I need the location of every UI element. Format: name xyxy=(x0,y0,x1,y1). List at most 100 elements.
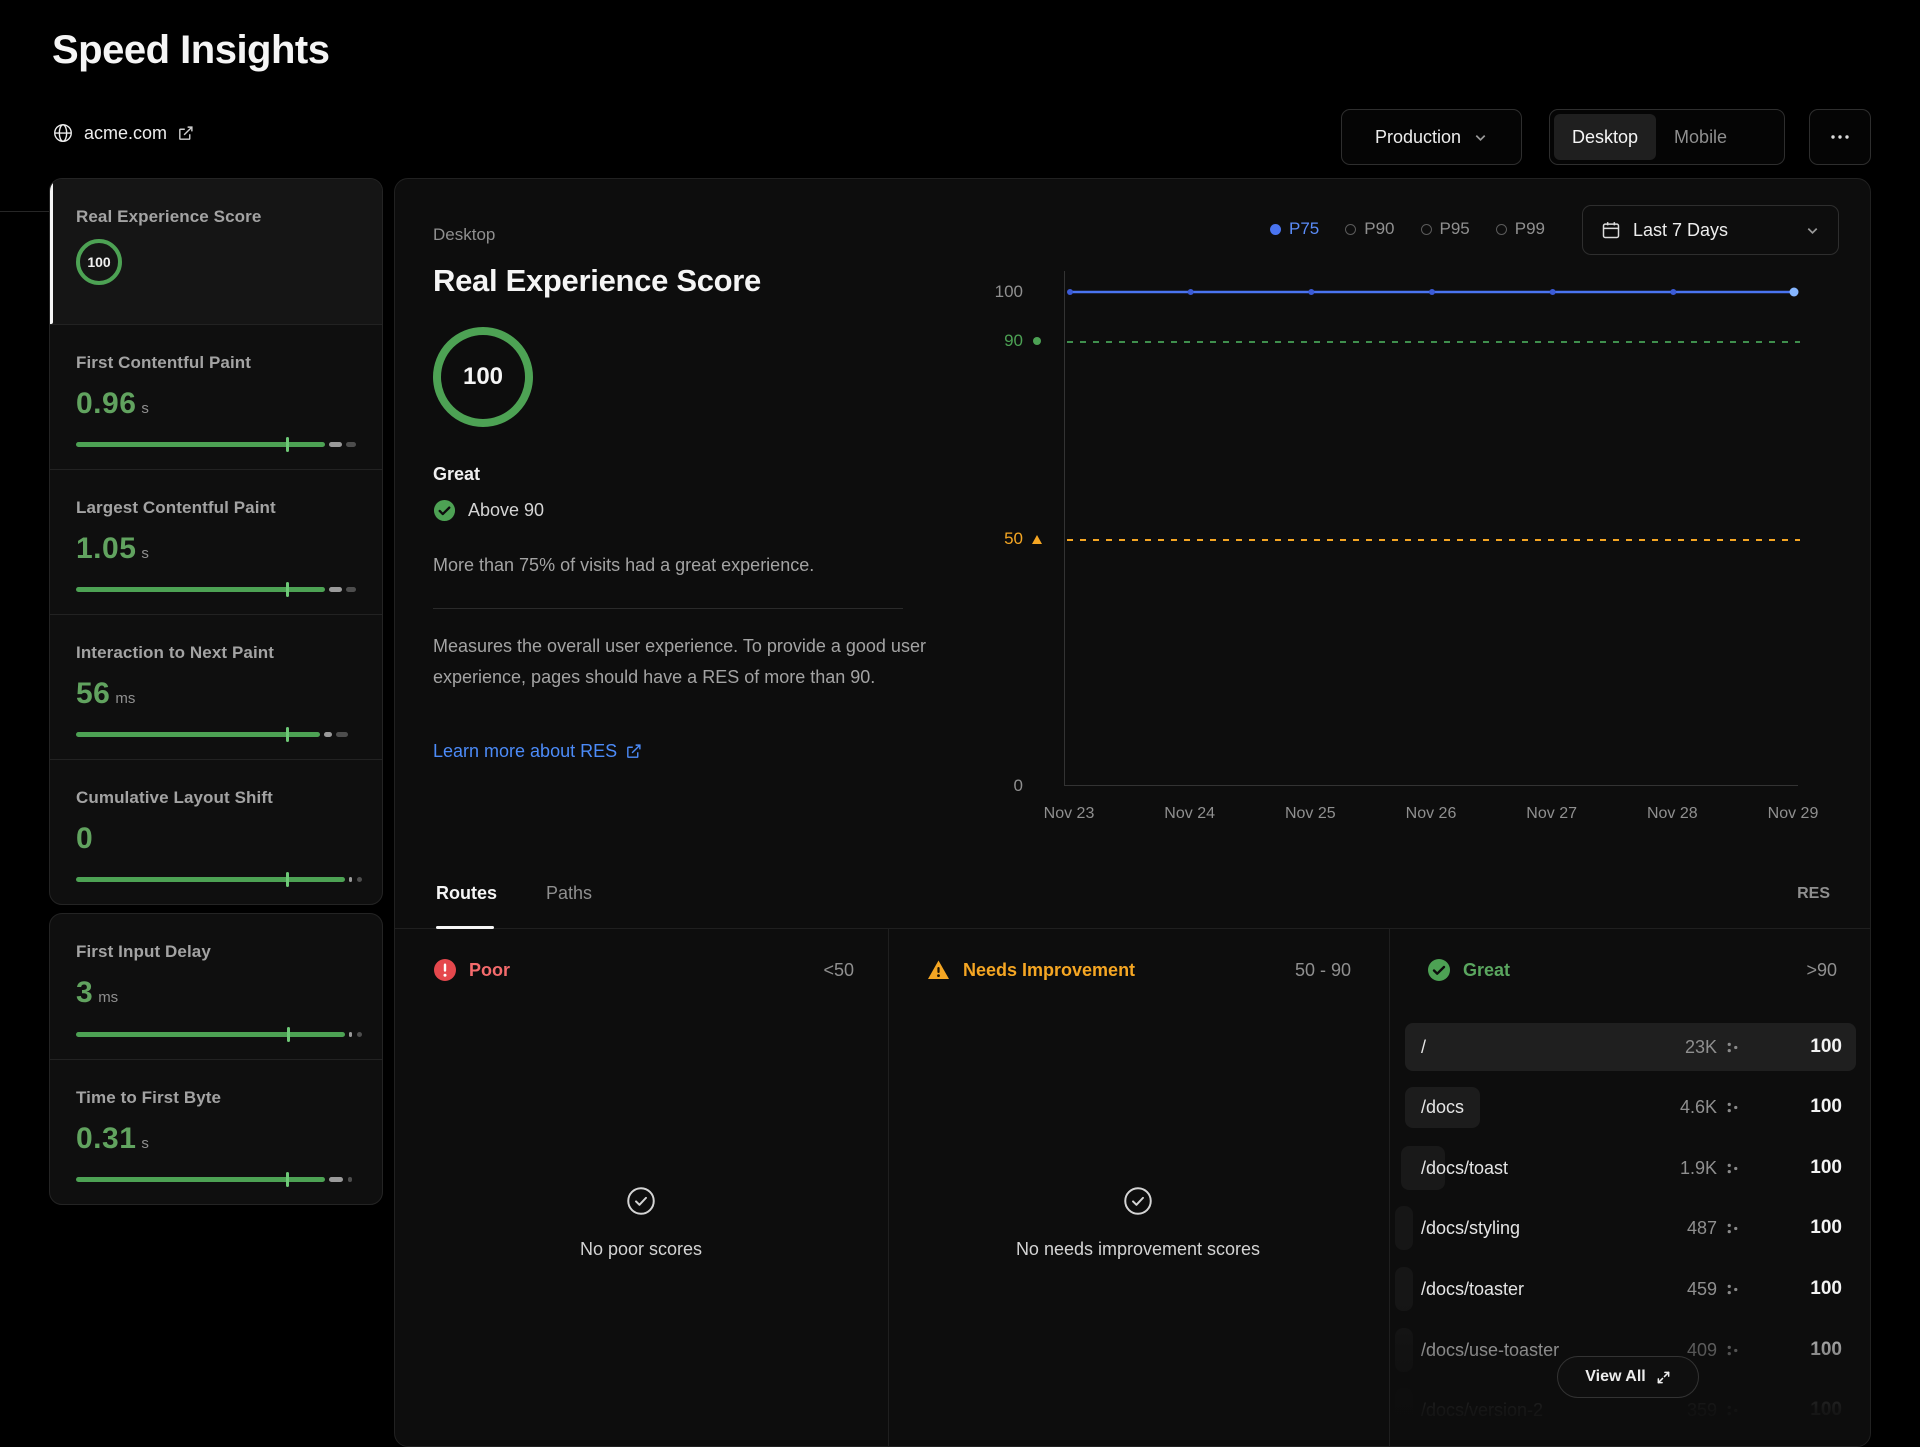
column-divider xyxy=(888,929,889,1447)
rating-threshold-row: Above 90 xyxy=(433,499,544,522)
environment-select[interactable]: Production xyxy=(1341,109,1522,165)
metric-threshold-bar xyxy=(76,732,356,737)
metric-card-ttfb[interactable]: Time to First Byte 0.31s xyxy=(50,1059,382,1204)
device-toggle-desktop[interactable]: Desktop xyxy=(1554,114,1656,160)
description-text: Measures the overall user experience. To… xyxy=(433,631,938,693)
route-count: 487 xyxy=(1687,1218,1717,1239)
page-title: Speed Insights xyxy=(52,28,330,73)
res-score-ring: 100 xyxy=(76,239,122,285)
route-count: 4.6K xyxy=(1680,1097,1717,1118)
route-path: /docs/toast xyxy=(1421,1158,1508,1179)
view-all-button[interactable]: View All xyxy=(1557,1356,1699,1398)
route-path: /docs/styling xyxy=(1421,1218,1520,1239)
rating-threshold: Above 90 xyxy=(468,500,544,521)
empty-state-text: No needs improvement scores xyxy=(988,1239,1288,1260)
metric-label: Real Experience Score xyxy=(76,207,356,227)
metric-card-fcp[interactable]: First Contentful Paint 0.96s xyxy=(50,324,382,469)
route-count: 409 xyxy=(1687,1340,1717,1361)
bucket-label: Great xyxy=(1463,960,1510,981)
res-score-ring-large: 100 xyxy=(433,327,533,427)
legend-label: P75 xyxy=(1289,219,1319,239)
route-score: 100 xyxy=(1800,1036,1842,1058)
metric-card-fid[interactable]: First Input Delay 3ms xyxy=(50,914,382,1059)
metric-card-res[interactable]: Real Experience Score 100 xyxy=(50,179,382,324)
legend-p95[interactable]: P95 xyxy=(1421,219,1470,239)
column-divider xyxy=(1389,929,1390,1447)
metric-value: 3 xyxy=(76,976,93,1010)
site-link[interactable]: acme.com xyxy=(52,122,194,144)
chevron-down-icon xyxy=(1473,130,1488,145)
globe-icon xyxy=(52,122,74,144)
tab-paths[interactable]: Paths xyxy=(546,883,592,904)
section-divider xyxy=(433,608,903,609)
metric-value: 0.96 xyxy=(76,387,136,421)
table-row[interactable]: /docs/toaster 459 100 xyxy=(1405,1265,1856,1313)
percentile-legend: P75 P90 P95 P99 xyxy=(1270,219,1545,239)
route-count: 459 xyxy=(1687,1279,1717,1300)
view-all-label: View All xyxy=(1585,1368,1645,1386)
metric-label: Largest Contentful Paint xyxy=(76,498,356,518)
route-path: /docs/version-2 xyxy=(1421,1400,1543,1421)
table-row[interactable]: /docs/styling 487100 xyxy=(1405,1204,1856,1252)
chevron-down-icon xyxy=(1805,223,1820,238)
metric-card-cls[interactable]: Cumulative Layout Shift 0 xyxy=(50,759,382,904)
legend-dot-icon xyxy=(1496,224,1507,235)
table-row[interactable]: /docs 4.6K100 xyxy=(1405,1083,1856,1131)
metric-threshold-bar xyxy=(76,1032,356,1037)
check-circle-outline-icon xyxy=(624,1184,658,1218)
active-tab-underline xyxy=(436,926,494,929)
bucket-header-great: Great >90 xyxy=(1427,958,1837,982)
route-path: /docs xyxy=(1405,1087,1480,1128)
legend-dot-icon xyxy=(1345,224,1356,235)
site-domain: acme.com xyxy=(84,123,167,144)
ellipsis-icon xyxy=(1830,134,1850,140)
more-menu-button[interactable] xyxy=(1809,109,1871,165)
route-count: 359 xyxy=(1687,1400,1717,1421)
legend-p99[interactable]: P99 xyxy=(1496,219,1545,239)
date-range-select[interactable]: Last 7 Days xyxy=(1582,205,1839,255)
legend-dot-icon xyxy=(1270,224,1281,235)
metric-label: Interaction to Next Paint xyxy=(76,643,356,663)
rating-label: Great xyxy=(433,464,480,485)
bucket-label: Needs Improvement xyxy=(963,960,1135,981)
metric-card-inp[interactable]: Interaction to Next Paint 56ms xyxy=(50,614,382,759)
route-score: 100 xyxy=(1800,1399,1842,1421)
tab-routes[interactable]: Routes xyxy=(436,883,497,904)
route-score: 100 xyxy=(1800,1278,1842,1300)
metric-card-lcp[interactable]: Largest Contentful Paint 1.05s xyxy=(50,469,382,614)
legend-label: P95 xyxy=(1440,219,1470,239)
summary-text: More than 75% of visits had a great expe… xyxy=(433,555,814,576)
res-line-chart[interactable] xyxy=(1064,271,1798,786)
metric-column-label: RES xyxy=(1797,885,1830,903)
warning-triangle-icon xyxy=(926,958,951,982)
datapoints-icon xyxy=(1726,1222,1739,1235)
datapoints-icon xyxy=(1726,1101,1739,1114)
check-circle-icon xyxy=(433,499,456,522)
legend-p90[interactable]: P90 xyxy=(1345,219,1394,239)
check-circle-outline-icon xyxy=(1121,1184,1155,1218)
environment-value: Production xyxy=(1375,127,1461,148)
device-toggle-mobile[interactable]: Mobile xyxy=(1656,114,1745,160)
main-panel: Desktop Real Experience Score 100 Great … xyxy=(394,178,1871,1447)
device-toggle: Desktop Mobile xyxy=(1549,109,1785,165)
metric-threshold-bar xyxy=(76,587,356,592)
table-row[interactable]: /docs/toast 1.9K100 xyxy=(1405,1144,1856,1192)
legend-p75[interactable]: P75 xyxy=(1270,219,1319,239)
metric-threshold-bar xyxy=(76,1177,356,1182)
metric-group-core: Real Experience Score 100 First Contentf… xyxy=(49,178,383,905)
table-row[interactable]: / 23K100 xyxy=(1405,1023,1856,1071)
metric-value: 1.05 xyxy=(76,532,136,566)
panel-heading: Real Experience Score xyxy=(433,263,761,299)
datapoints-icon xyxy=(1726,1404,1739,1417)
metric-threshold-bar xyxy=(76,877,356,882)
route-prefix-chip xyxy=(1395,1328,1413,1372)
metric-unit: ms xyxy=(115,690,135,707)
metric-unit: s xyxy=(141,400,149,417)
route-path: /docs/use-toaster xyxy=(1421,1340,1559,1361)
learn-more-link[interactable]: Learn more about RES xyxy=(433,741,642,762)
metric-value: 0 xyxy=(76,822,93,856)
route-count: 23K xyxy=(1685,1037,1717,1058)
legend-label: P99 xyxy=(1515,219,1545,239)
route-path: /docs/toaster xyxy=(1421,1279,1524,1300)
metric-label: First Input Delay xyxy=(76,942,356,962)
